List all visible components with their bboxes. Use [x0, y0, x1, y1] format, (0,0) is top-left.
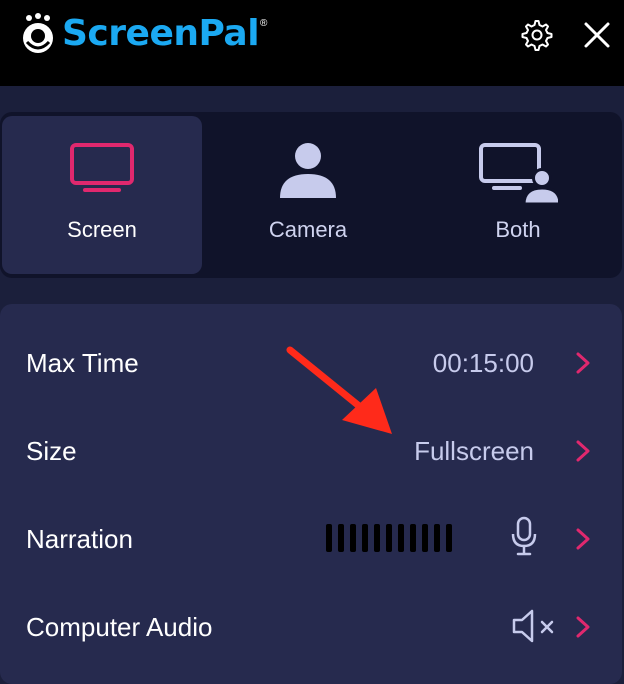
- registered-mark: ®: [260, 18, 268, 29]
- setting-label: Max Time: [26, 348, 139, 378]
- mode-both[interactable]: Both: [418, 116, 618, 274]
- annotation-arrow-icon: [286, 346, 392, 434]
- setting-label: Computer Audio: [26, 612, 213, 642]
- setting-narration[interactable]: Narration: [0, 494, 622, 582]
- close-icon[interactable]: [580, 18, 614, 52]
- max-time-value: 00:15:00: [432, 348, 534, 378]
- setting-label: Size: [26, 436, 77, 466]
- meter-bar: [398, 524, 404, 552]
- meter-bar: [362, 524, 368, 552]
- speaker-muted-icon[interactable]: [510, 606, 560, 646]
- monitor-person-icon: [479, 143, 558, 204]
- mode-label: Both: [495, 217, 541, 242]
- meter-bar: [374, 524, 380, 552]
- title-bar: ScreenPal ®: [0, 0, 624, 86]
- meter-bar: [410, 524, 416, 552]
- microphone-icon[interactable]: [508, 516, 540, 556]
- meter-bar: [350, 524, 356, 552]
- recording-mode-selector: Screen Camera Both: [0, 112, 622, 278]
- gear-icon[interactable]: [520, 18, 554, 52]
- setting-computer-audio[interactable]: Computer Audio: [0, 582, 622, 670]
- person-icon: [280, 143, 336, 198]
- mode-screen[interactable]: Screen: [2, 116, 202, 274]
- chevron-right-icon: [576, 528, 590, 550]
- meter-bar: [386, 524, 392, 552]
- chevron-right-icon: [576, 352, 590, 374]
- meter-bar: [422, 524, 428, 552]
- mode-camera[interactable]: Camera: [208, 116, 408, 274]
- screenpal-logo-icon: [23, 13, 53, 53]
- meter-bar: [434, 524, 440, 552]
- mode-label: Camera: [268, 217, 348, 242]
- mode-label: Screen: [67, 217, 137, 242]
- size-value: Fullscreen: [414, 436, 534, 466]
- chevron-right-icon: [576, 616, 590, 638]
- brand-logo: ScreenPal ®: [18, 12, 267, 56]
- meter-bar: [326, 524, 332, 552]
- meter-bar: [338, 524, 344, 552]
- chevron-right-icon: [576, 440, 590, 462]
- monitor-icon: [70, 143, 134, 192]
- setting-label: Narration: [26, 524, 133, 554]
- narration-level-meter: [326, 524, 452, 552]
- brand-name: ScreenPal: [62, 13, 260, 54]
- meter-bar: [446, 524, 452, 552]
